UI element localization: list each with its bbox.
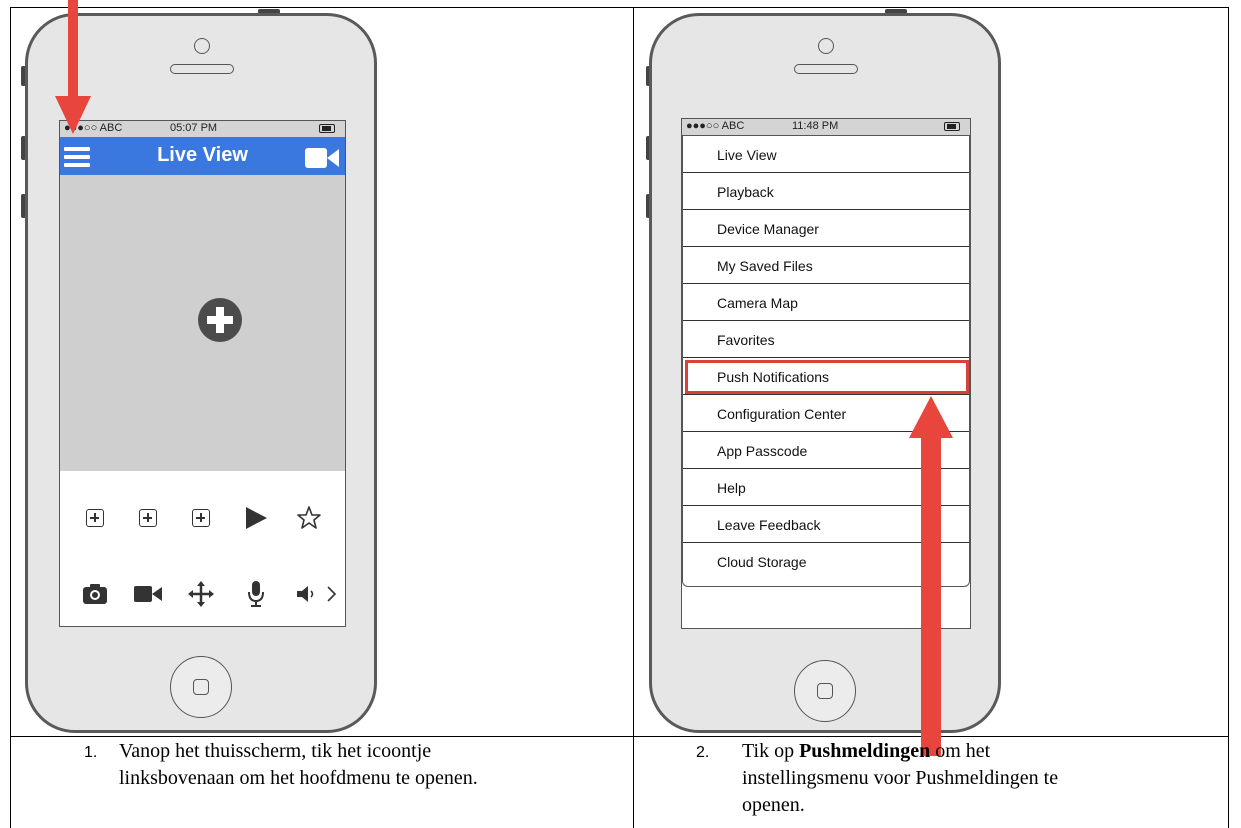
snapshot-camera-icon[interactable] xyxy=(82,583,108,605)
arrow-up-indicator xyxy=(921,436,941,756)
speaker-volume-icon[interactable] xyxy=(296,585,318,603)
clock: 05:07 PM xyxy=(170,122,218,134)
front-camera xyxy=(194,38,210,54)
menu-item-favorites[interactable]: Favorites xyxy=(683,321,969,358)
add-camera-icon[interactable] xyxy=(198,298,242,342)
step-2-line-1-suffix: om het xyxy=(930,740,991,762)
arrow-down-head xyxy=(55,96,91,134)
record-video-icon[interactable] xyxy=(134,585,162,603)
layout-2-icon[interactable] xyxy=(139,509,157,527)
step-2-line-1: Tik op Pushmeldingen om het xyxy=(742,738,990,765)
home-button xyxy=(170,656,232,718)
carrier-label: ●●●○○ ABC xyxy=(686,120,745,132)
step-2-line-2: instellingsmenu voor Pushmeldingen te xyxy=(742,767,1059,789)
table-row-divider xyxy=(10,736,1229,737)
nav-bar: Live View xyxy=(60,137,345,175)
menu-item-playback[interactable]: Playback xyxy=(683,173,969,210)
play-icon[interactable] xyxy=(243,505,269,531)
battery-icon xyxy=(319,124,335,133)
menu-item-camera-map[interactable]: Camera Map xyxy=(683,284,969,321)
clock: 11:48 PM xyxy=(792,120,839,132)
arrow-down-indicator xyxy=(68,0,78,98)
step-2-number: 2. xyxy=(696,744,710,761)
speaker xyxy=(170,64,234,74)
step-1-line-2: linksbovenaan om het hoofdmenu te openen… xyxy=(119,767,478,789)
nav-title: Live View xyxy=(157,144,248,166)
phone-frame-2: ●●●○○ ABC 11:48 PM Live View Playback De… xyxy=(649,13,1001,733)
status-bar: ●●●○○ ABC 11:48 PM xyxy=(682,119,970,135)
status-bar: ●●●○○ ABC 05:07 PM xyxy=(60,121,345,137)
table-border-right xyxy=(1228,7,1229,828)
menu-item-my-saved-files[interactable]: My Saved Files xyxy=(683,247,969,284)
layout-toolbar xyxy=(60,471,345,564)
microphone-icon[interactable] xyxy=(247,580,265,608)
video-camera-icon[interactable] xyxy=(305,147,339,169)
phone-screen-1: ●●●○○ ABC 05:07 PM Live View xyxy=(59,120,346,627)
highlight-box xyxy=(685,360,969,394)
speaker xyxy=(794,64,858,74)
home-button xyxy=(794,660,856,722)
action-toolbar xyxy=(60,563,345,626)
live-preview-area xyxy=(60,175,345,472)
ptz-move-icon[interactable] xyxy=(188,581,214,607)
layout-3-icon[interactable] xyxy=(192,509,210,527)
chevron-right-icon[interactable] xyxy=(326,585,338,603)
table-column-divider xyxy=(633,7,634,828)
step-1-line-1: Vanop het thuisscherm, tik het icoontje xyxy=(119,740,432,762)
step-2-line-3: openen. xyxy=(742,794,805,816)
menu-item-live-view[interactable]: Live View xyxy=(683,136,969,173)
step-1-number: 1. xyxy=(84,744,98,761)
step-2-bold-term: Pushmeldingen xyxy=(799,740,931,762)
arrow-up-head xyxy=(909,396,953,438)
menu-item-device-manager[interactable]: Device Manager xyxy=(683,210,969,247)
star-icon[interactable] xyxy=(296,505,322,531)
step-2-line-1-prefix: Tik op xyxy=(742,740,800,762)
layout-1-icon[interactable] xyxy=(86,509,104,527)
front-camera xyxy=(818,38,834,54)
table-border-top xyxy=(10,7,1229,8)
battery-icon xyxy=(944,122,960,131)
table-border-left xyxy=(10,7,11,828)
